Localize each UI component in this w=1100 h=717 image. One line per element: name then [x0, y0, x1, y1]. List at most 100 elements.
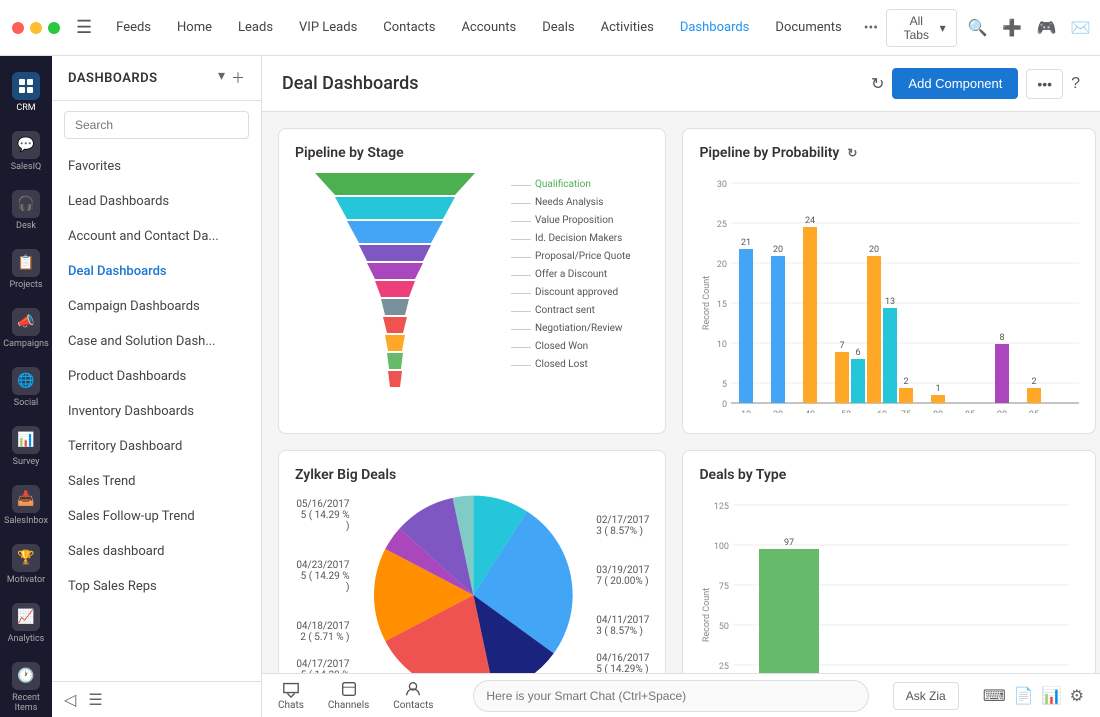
- svg-text:24: 24: [805, 216, 815, 226]
- svg-text:97: 97: [784, 538, 794, 548]
- nav-tab-leads[interactable]: Leads: [226, 12, 285, 43]
- gamepad-icon[interactable]: 🎮: [1033, 14, 1059, 42]
- projects-label: Projects: [10, 280, 43, 290]
- content-header-actions: ↻ Add Component ••• ?: [871, 68, 1080, 99]
- sidebar-bottom: ◁ ☰: [52, 681, 261, 717]
- maximize-button[interactable]: [48, 22, 60, 34]
- bottom-icon-1[interactable]: ⌨: [983, 686, 1006, 705]
- minimize-button[interactable]: [30, 22, 42, 34]
- sidebar-icon-analytics[interactable]: 📈 Analytics: [4, 595, 48, 652]
- bar-50-orange: [835, 352, 849, 403]
- refresh-button[interactable]: ↻: [871, 74, 884, 94]
- all-tabs-button[interactable]: All Tabs ▾: [886, 9, 957, 47]
- sidebar-item-inventory-dashboards[interactable]: Inventory Dashboards: [52, 394, 261, 429]
- hamburger-icon[interactable]: ☰: [76, 17, 92, 38]
- bar-10-blue: [739, 249, 753, 403]
- bottom-icon-2[interactable]: 📄: [1014, 686, 1034, 705]
- svg-text:0: 0: [722, 400, 727, 410]
- nav-tab-activities[interactable]: Activities: [589, 12, 666, 43]
- nav-more-icon[interactable]: •••: [856, 12, 886, 44]
- svg-text:50: 50: [841, 410, 851, 413]
- bottom-icon-3[interactable]: 📊: [1042, 686, 1062, 705]
- analytics-icon: 📈: [12, 603, 40, 631]
- page-title: Deal Dashboards: [282, 73, 859, 94]
- smart-chat-input[interactable]: [473, 680, 868, 712]
- svg-text:20: 20: [773, 245, 783, 255]
- svg-text:25: 25: [717, 220, 727, 230]
- svg-text:13: 13: [885, 297, 895, 307]
- bar-qualified: [759, 549, 819, 673]
- nav-tab-contacts[interactable]: Contacts: [371, 12, 447, 43]
- nav-tab-accounts[interactable]: Accounts: [449, 12, 528, 43]
- sidebar-collapse-icon[interactable]: ◁: [64, 690, 76, 709]
- svg-text:80: 80: [933, 410, 943, 413]
- sidebar-item-lead-dashboards[interactable]: Lead Dashboards: [52, 184, 261, 219]
- sidebar-item-top-sales-reps[interactable]: Top Sales Reps: [52, 569, 261, 604]
- nav-tab-dashboards[interactable]: Dashboards: [668, 12, 762, 43]
- nav-tab-documents[interactable]: Documents: [763, 12, 853, 43]
- nav-tab-feeds[interactable]: Feeds: [104, 12, 163, 43]
- sidebar-list-icon[interactable]: ☰: [88, 690, 102, 709]
- funnel-label-value-proposition: Value Proposition: [511, 213, 631, 229]
- funnel-label-negotiation: Negotiation/Review: [511, 321, 631, 337]
- help-button[interactable]: ?: [1071, 75, 1080, 93]
- sidebar-search: [52, 101, 261, 149]
- nav-tab-deals[interactable]: Deals: [530, 12, 586, 43]
- svg-text:85: 85: [965, 410, 975, 413]
- sidebar-icon-crm[interactable]: CRM: [4, 64, 48, 121]
- sidebar-icon-salesiq[interactable]: 💬 SalesIQ: [4, 123, 48, 180]
- ask-zia-button[interactable]: Ask Zia: [893, 682, 959, 710]
- sidebar-item-sales-trend[interactable]: Sales Trend: [52, 464, 261, 499]
- nav-tab-home[interactable]: Home: [165, 12, 224, 43]
- zylker-labels-left: 05/16/20175 ( 14.29 % ) 04/23/20175 ( 14…: [295, 499, 350, 674]
- mail-icon[interactable]: ✉️: [1068, 14, 1094, 42]
- sidebar-icon-salesinbox[interactable]: 📥 SalesInbox: [4, 477, 48, 534]
- funnel-label-closed-lost: Closed Lost: [511, 357, 631, 373]
- sidebar-item-product-dashboards[interactable]: Product Dashboards: [52, 359, 261, 394]
- more-options-button[interactable]: •••: [1026, 69, 1063, 99]
- bottom-chats[interactable]: Chats: [278, 680, 304, 711]
- bar-80-orange: [931, 395, 945, 403]
- sidebar-icon-projects[interactable]: 📋 Projects: [4, 241, 48, 298]
- add-icon[interactable]: ➕: [999, 14, 1025, 42]
- probability-refresh-icon[interactable]: ↻: [847, 146, 857, 160]
- nav-right: All Tabs ▾ 🔍 ➕ 🎮 ✉️ 📅 🔔 13 ⚙️ 👤: [886, 9, 1100, 47]
- zylker-label-0418: 04/18/20172 ( 5.71 % ): [295, 621, 350, 643]
- funnel-label-contract-sent: Contract sent: [511, 303, 631, 319]
- svg-text:95: 95: [1029, 410, 1039, 413]
- recent-label: Recent Items: [8, 693, 44, 713]
- svg-text:15: 15: [717, 300, 727, 310]
- sidebar-icon-social[interactable]: 🌐 Social: [4, 359, 48, 416]
- sidebar-item-territory-dashboard[interactable]: Territory Dashboard: [52, 429, 261, 464]
- sidebar-item-case-solution[interactable]: Case and Solution Dash...: [52, 324, 261, 359]
- nav-sidebar-header: DASHBOARDS ▾ ＋: [52, 56, 261, 101]
- sidebar-item-favorites[interactable]: Favorites: [52, 149, 261, 184]
- bottom-contacts[interactable]: Contacts: [393, 680, 433, 711]
- nav-sidebar-add-icon[interactable]: ＋: [231, 68, 245, 88]
- bottom-icon-4[interactable]: ⚙: [1070, 686, 1084, 705]
- search-icon[interactable]: 🔍: [965, 14, 991, 42]
- zylker-label-0319: 03/19/20177 ( 20.00% ): [596, 565, 649, 587]
- sidebar-icon-campaigns[interactable]: 📣 Campaigns: [4, 300, 48, 357]
- sidebar-icon-desk[interactable]: 🎧 Desk: [4, 182, 48, 239]
- svg-text:60: 60: [877, 410, 887, 413]
- bottom-channels[interactable]: Channels: [328, 680, 369, 711]
- svg-text:20: 20: [773, 410, 783, 413]
- sidebar-item-account-contact[interactable]: Account and Contact Da...: [52, 219, 261, 254]
- search-input[interactable]: [64, 111, 249, 139]
- nav-sidebar-dropdown-icon[interactable]: ▾: [218, 68, 225, 88]
- campaigns-label: Campaigns: [3, 339, 48, 349]
- nav-tab-vip-leads[interactable]: VIP Leads: [287, 12, 369, 43]
- bottom-right-icons: ⌨ 📄 📊 ⚙: [983, 686, 1084, 705]
- sidebar-item-campaign-dashboards[interactable]: Campaign Dashboards: [52, 289, 261, 324]
- svg-text:5: 5: [722, 380, 727, 390]
- add-component-button[interactable]: Add Component: [892, 68, 1018, 99]
- sidebar-icon-recent[interactable]: 🕐 Recent Items: [4, 654, 48, 717]
- sidebar-icon-motivator[interactable]: 🏆 Motivator: [4, 536, 48, 593]
- sidebar-item-sales-dashboard[interactable]: Sales dashboard: [52, 534, 261, 569]
- sidebar-icon-survey[interactable]: 📊 Survey: [4, 418, 48, 475]
- close-button[interactable]: [12, 22, 24, 34]
- sidebar-item-deal-dashboards[interactable]: Deal Dashboards: [52, 254, 261, 289]
- sidebar-item-sales-followup[interactable]: Sales Follow-up Trend: [52, 499, 261, 534]
- campaigns-icon: 📣: [12, 308, 40, 336]
